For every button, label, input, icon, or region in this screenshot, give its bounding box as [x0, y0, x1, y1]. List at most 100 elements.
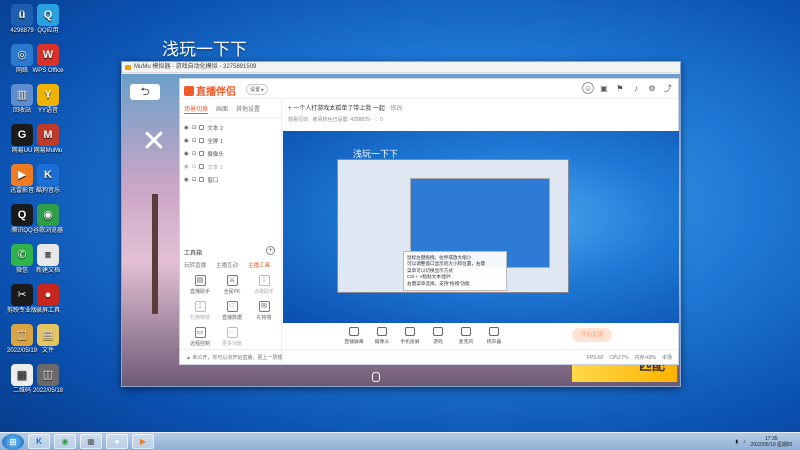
visibility-eye-icon[interactable]: ◉	[184, 177, 189, 183]
taskbar-app[interactable]: ▶	[132, 434, 154, 449]
network-icon[interactable]: ▮	[735, 439, 738, 445]
scene-tab[interactable]: 画面	[216, 104, 228, 114]
tooltip-line: 右键菜单选择，支持“拖拽”功能	[407, 280, 470, 286]
stream-preview[interactable]: 浅玩一下下 鼠标左键拖拽、拉伸或放大缩小 可以调整窗口显示的大小和位置，右键 菜单可…	[283, 131, 679, 323]
notification-icon[interactable]: ♪	[630, 82, 642, 94]
start-live-button[interactable]: 开始直播	[572, 328, 612, 342]
tool-item[interactable]: ↧ 点歌助手	[248, 275, 280, 295]
microphone-button[interactable]: 麦克风	[455, 327, 477, 345]
desktop-shortcut[interactable]: ◫ 2022/05/18	[28, 364, 68, 395]
lock-icon[interactable]: ⊡	[192, 151, 197, 157]
visibility-eye-icon[interactable]: ◉	[184, 138, 189, 144]
scene-label: 文本 2	[207, 125, 224, 132]
tool-icon: ⋯	[226, 327, 238, 338]
clock[interactable]: 17:35 2022/05/19 星期四	[751, 436, 792, 448]
bookmark-icon[interactable]: ⚑	[614, 82, 626, 94]
tool-item[interactable]: ▤ 直播助手	[184, 275, 216, 295]
stream-title-row: + 一个人打游戏太孤单了带上我 一起 修改	[288, 103, 403, 112]
lock-icon[interactable]: ⊡	[192, 164, 197, 170]
tool-item[interactable]: ⋯ 更多功能	[216, 327, 248, 347]
status-metric: 内存:43%	[634, 355, 656, 361]
scene-list: ◉ ⊡ 文本 2 ◉ ⊡ 全屏 1 ◉ ⊡ 摄像头 ◉ ⊡ 文本 1 ◉ ⊡ 窗口	[180, 118, 281, 186]
desktop-shortcut[interactable]: K 酷狗音乐	[28, 164, 68, 195]
tool-icon: ▤	[194, 275, 206, 286]
speaker-button[interactable]: 扬声器	[483, 327, 505, 345]
add-tool-icon[interactable]: +	[266, 246, 275, 255]
game-back-button[interactable]: ⮌	[130, 84, 160, 100]
tool-item[interactable]: ♡ 直播数据	[216, 301, 248, 321]
phone-cast-button[interactable]: 手机投屏	[399, 327, 421, 345]
tool-icon: ↥	[194, 301, 206, 312]
desktop-shortcut[interactable]: ● 录屏工具	[28, 284, 68, 315]
status-bar: ▲ 未公开，你可以点开始直播，更上一层楼 FPS:60 CPU:7% 内存:43% 本…	[180, 349, 678, 365]
camera-button[interactable]: 摄像头	[371, 327, 393, 345]
window-title: MuMu 模拟器 - 游戏自动化模拟 - 3275891509	[134, 64, 257, 70]
tool-item[interactable]: ▭ 远程控制	[184, 327, 216, 347]
tool-item[interactable]: ✉ 礼物墙	[248, 301, 280, 321]
screen-share-button[interactable]: 直播屏幕	[343, 327, 365, 345]
tool-label: 直播数据	[221, 315, 242, 321]
tool-label: 礼物墙	[256, 315, 272, 321]
scene-item[interactable]: ◉ ⊡ 文本 1	[180, 160, 281, 173]
desktop-shortcut[interactable]: ≡ 新建文档	[28, 244, 68, 275]
share-icon[interactable]: ⤴	[662, 82, 674, 94]
scene-tab[interactable]: 场景切换	[184, 104, 209, 114]
scene-item[interactable]: ◉ ⊡ 全屏 1	[180, 134, 281, 147]
tool-label: 礼物特效	[189, 315, 210, 321]
taskbar-app[interactable]: ▦	[80, 434, 102, 449]
taskbar-app[interactable]: ◉	[54, 434, 76, 449]
shortcut-icon: ◫	[37, 364, 59, 386]
desktop-shortcut[interactable]: Y YY语音	[28, 84, 68, 115]
scene-item[interactable]: ◉ ⊡ 窗口	[180, 173, 281, 186]
visibility-eye-icon[interactable]: ◉	[184, 164, 189, 170]
tool-label: 点歌助手	[253, 289, 274, 295]
game-button[interactable]: 游戏	[427, 327, 449, 345]
tool-item[interactable]: ↥ 礼物特效	[184, 301, 216, 321]
toolbox-tab[interactable]: 玩转直播	[184, 261, 206, 269]
settings-icon[interactable]: ⚙	[646, 82, 658, 94]
tool-icon: ⚔	[226, 275, 238, 286]
shortcut-icon: ▤	[37, 324, 59, 346]
desktop-shortcut[interactable]: M 网易MuMu	[28, 124, 68, 155]
tool-icon: ✉	[258, 301, 270, 312]
source-toolbar: 直播屏幕 摄像头 手机投屏 游戏 麦克风 扬声器	[283, 323, 679, 349]
phone-cast-icon	[405, 327, 415, 336]
shortcut-label: 网易MuMu	[33, 148, 63, 154]
desktop-shortcut[interactable]: W WPS Office	[28, 44, 68, 75]
tool-label: 全民PK	[223, 289, 241, 295]
lock-icon[interactable]: ⊡	[192, 125, 197, 131]
taskbar: ⊞ K ◉ ▦ ● ▶ ▮ ♪ 17:35 2022/05/19 星期四	[0, 432, 800, 450]
desktop-shortcut[interactable]: Q QQ应用	[28, 4, 68, 35]
taskbar-app[interactable]: K	[28, 434, 50, 449]
gift-icon[interactable]: ▣	[598, 82, 610, 94]
status-metric: FPS:60	[586, 355, 604, 361]
visibility-eye-icon[interactable]: ◉	[184, 151, 189, 157]
tool-item[interactable]: ⚔ 全民PK	[216, 275, 248, 295]
desktop-shortcut[interactable]: ▤ 文件	[28, 324, 68, 355]
volume-icon[interactable]: ♪	[743, 439, 746, 445]
start-button[interactable]: ⊞	[2, 433, 24, 450]
visibility-eye-icon[interactable]: ◉	[184, 125, 189, 131]
tool-icon: ↧	[258, 275, 270, 286]
plus-icon[interactable]: +	[288, 106, 292, 112]
scene-tab[interactable]: 其他设置	[236, 104, 260, 114]
live-companion-panel[interactable]: 直播伴侣 设置 ▸ ☺ ▣ ⚑ ♪ ⚙ ⤴ 场景切换 画面 其他设置 ◉ ⊡ 文本 2 ◉…	[179, 78, 679, 365]
toolbox-tab[interactable]: 主播工具	[248, 261, 270, 269]
scene-item[interactable]: ◉ ⊡ 文本 2	[180, 121, 281, 134]
tool-label: 远程控制	[189, 341, 210, 347]
lock-icon[interactable]: ⊡	[192, 138, 197, 144]
scene-item[interactable]: ◉ ⊡ 摄像头	[180, 147, 281, 160]
camera-icon	[377, 327, 387, 336]
window-titlebar[interactable]: MuMu 模拟器 - 游戏自动化模拟 - 3275891509	[122, 62, 680, 73]
settings-badge[interactable]: 设置 ▸	[246, 84, 268, 95]
taskbar-app[interactable]: ●	[106, 434, 128, 449]
edit-title-link[interactable]: 修改	[391, 106, 403, 112]
user-avatar-icon[interactable]: ☺	[582, 82, 594, 94]
toolbox-grid: ▤ 直播助手 ⚔ 全民PK ↧ 点歌助手 ↥ 礼物特效 ♡ 直播数据 ✉ 礼物墙 ▭ 远程控制 ⋯ 更多功能	[184, 275, 280, 347]
microphone-icon	[461, 327, 471, 336]
toolbox-tab[interactable]: 主播互动	[216, 261, 238, 269]
lock-icon[interactable]: ⊡	[192, 177, 197, 183]
stream-title[interactable]: 一个人打游戏太孤单了带上我 一起	[293, 106, 385, 112]
desktop-shortcut[interactable]: ◉ 谷歌浏览器	[28, 204, 68, 235]
scene-type-icon	[199, 164, 205, 169]
